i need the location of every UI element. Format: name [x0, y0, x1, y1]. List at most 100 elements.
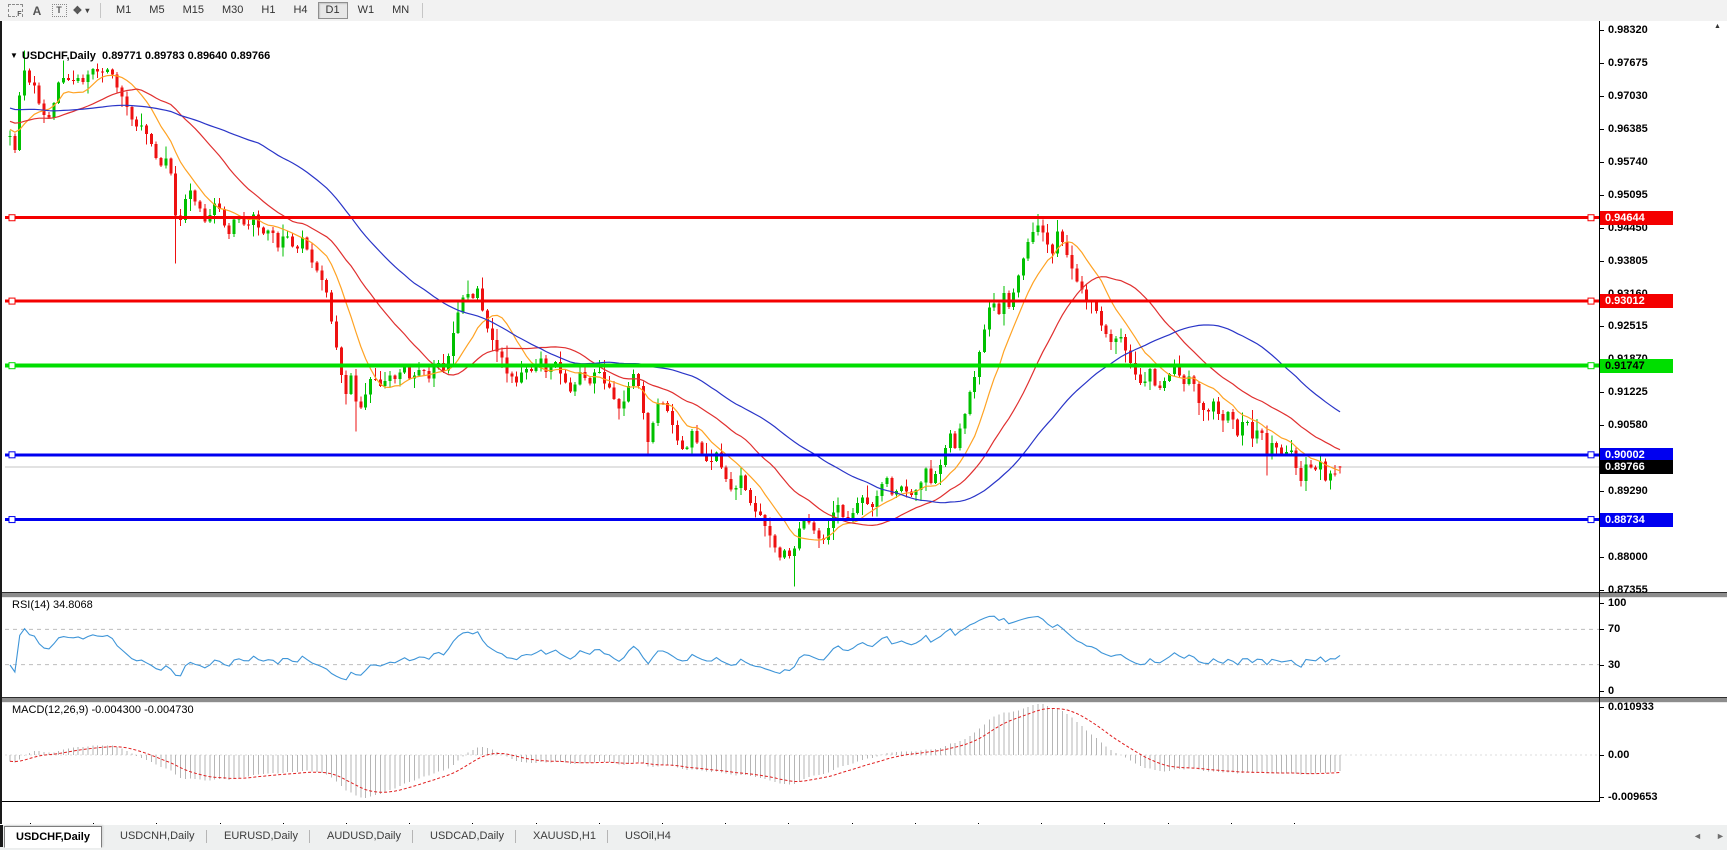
candles-layer [9, 50, 1342, 586]
hline-price-label: 0.88734 [1600, 513, 1673, 527]
macd-axis-tick [1599, 707, 1604, 708]
price-chart-plot[interactable] [5, 25, 1599, 592]
timeframe-button-d1[interactable]: D1 [318, 2, 348, 19]
timeframe-button-m15[interactable]: M15 [175, 2, 212, 19]
hline-handle[interactable] [1588, 452, 1594, 458]
timeframe-button-h1[interactable]: H1 [253, 2, 283, 19]
hline-object-0.90002[interactable] [5, 452, 1599, 458]
timeframe-button-m30[interactable]: M30 [214, 2, 251, 19]
price-axis-tick [1599, 63, 1604, 64]
styles-icon-glyph: ❖ [73, 4, 83, 17]
price-axis-tick [1599, 392, 1604, 393]
timeframe-button-h4[interactable]: H4 [285, 2, 315, 19]
tab-separator [206, 830, 207, 843]
hline-handle[interactable] [9, 517, 15, 523]
label-tool-icon[interactable]: T [49, 2, 69, 19]
tab-scroll-left-icon[interactable]: ◄ [1693, 832, 1702, 841]
one-click-collapse-icon[interactable]: ▼ [10, 51, 18, 60]
price-axis-tick-label: 0.89290 [1608, 485, 1648, 498]
price-axis-tick [1599, 590, 1604, 591]
price-axis-tick [1599, 425, 1604, 426]
timeframe-group: M1M5M15M30H1H4D1W1MN [107, 2, 418, 19]
rsi-axis-tick-label: 70 [1608, 623, 1620, 636]
price-axis-tick [1599, 326, 1604, 327]
chart-tab-usdcad-daily[interactable]: USDCAD,Daily [419, 826, 515, 846]
macd-axis-tick [1599, 797, 1604, 798]
tab-separator [607, 830, 608, 843]
chart-tab-usdchf-daily[interactable]: USDCHF,Daily [4, 826, 102, 848]
rsi-axis-tick [1599, 629, 1604, 630]
chart-window-icon-box: F [8, 4, 23, 17]
chart-title: ▼USDCHF,Daily 0.89771 0.89783 0.89640 0.… [10, 50, 270, 62]
price-axis-tick-label: 0.92515 [1608, 320, 1648, 333]
price-axis-tick [1599, 96, 1604, 97]
price-axis-tick-label: 0.95095 [1608, 189, 1648, 202]
hline-price-label: 0.91747 [1600, 359, 1673, 373]
toolbar-separator [422, 3, 423, 18]
toolbar: F A T ❖ ▾ M1M5M15M30H1H4D1W1MN [0, 0, 1727, 22]
tab-separator [412, 830, 413, 843]
price-axis-tick-label: 0.97030 [1608, 90, 1648, 103]
macd-axis-tick-label: 0.010933 [1608, 701, 1654, 714]
price-axis-tick [1599, 129, 1604, 130]
price-axis-tick-label: 0.95740 [1608, 156, 1648, 169]
hline-object-0.93012[interactable] [5, 298, 1599, 304]
rsi-label: RSI(14) 34.8068 [12, 599, 93, 611]
moving-average-50-line [10, 105, 1340, 502]
macd-histogram [10, 704, 1340, 798]
price-axis-tick [1599, 228, 1604, 229]
chart-tab-audusd-daily[interactable]: AUDUSD,Daily [316, 826, 412, 846]
chart-tab-xauusd-h1[interactable]: XAUUSD,H1 [522, 826, 607, 846]
chart-tab-usoil-h4[interactable]: USOil,H4 [614, 826, 682, 846]
tab-separator [515, 830, 516, 843]
rsi-axis-tick [1599, 665, 1604, 666]
rsi-indicator-plot[interactable] [5, 596, 1599, 697]
tab-scroll-right-icon[interactable]: ► [1716, 832, 1725, 841]
text-annotation-icon[interactable]: A [27, 2, 47, 19]
rsi-line [10, 616, 1340, 680]
price-axis-tick-label: 0.98320 [1608, 24, 1648, 37]
hline-object-0.88734[interactable] [5, 517, 1599, 523]
chart-tab-eurusd-daily[interactable]: EURUSD,Daily [213, 826, 309, 846]
chart-tab-usdcnh-daily[interactable]: USDCNH,Daily [109, 826, 206, 846]
price-axis-tick-label: 0.87355 [1608, 584, 1648, 597]
price-axis-border [1599, 21, 1600, 802]
timeframe-button-m5[interactable]: M5 [141, 2, 172, 19]
axis-top-marker-icon: ▲ [1714, 23, 1721, 30]
hline-price-label: 0.94644 [1600, 211, 1673, 225]
hline-handle[interactable] [1588, 517, 1594, 523]
toolbar-separator [100, 3, 101, 18]
timeframe-button-m1[interactable]: M1 [108, 2, 139, 19]
hline-handle[interactable] [9, 298, 15, 304]
macd-indicator-plot[interactable] [5, 701, 1599, 801]
hline-handle[interactable] [9, 215, 15, 221]
date-axis-border [2, 801, 1599, 802]
chart-tab-bar: USDCHF,Daily USDCNH,Daily EURUSD,Daily AUDU… [0, 824, 1727, 850]
moving-average-25-line [10, 89, 1340, 525]
hline-handle[interactable] [9, 452, 15, 458]
price-axis-tick [1599, 557, 1604, 558]
styles-icon[interactable]: ❖ ▾ [71, 2, 91, 19]
chart-window-icon[interactable]: F [5, 2, 25, 19]
current-price-label: 0.89766 [1600, 460, 1673, 474]
tab-separator [309, 830, 310, 843]
rsi-axis-tick-label: 0 [1608, 685, 1614, 698]
timeframe-button-w1[interactable]: W1 [350, 2, 383, 19]
tabbar-corner [0, 825, 3, 847]
price-axis-tick-label: 0.91225 [1608, 386, 1648, 399]
rsi-axis-tick-label: 100 [1608, 597, 1626, 610]
hline-handle[interactable] [1588, 215, 1594, 221]
hline-handle[interactable] [1588, 363, 1594, 369]
price-axis-tick [1599, 162, 1604, 163]
timeframe-button-mn[interactable]: MN [384, 2, 417, 19]
hline-object-0.91747[interactable] [5, 363, 1599, 369]
macd-axis-tick [1599, 755, 1604, 756]
chart-quote-ohlc: 0.89771 0.89783 0.89640 0.89766 [102, 50, 270, 62]
macd-axis-tick-label: -0.009653 [1608, 791, 1658, 804]
dropdown-caret-icon: ▾ [85, 6, 89, 15]
price-axis-tick [1599, 195, 1604, 196]
hline-handle[interactable] [1588, 298, 1594, 304]
price-axis-tick-label: 0.97675 [1608, 57, 1648, 70]
hline-price-label: 0.93012 [1600, 294, 1673, 308]
hline-handle[interactable] [9, 363, 15, 369]
